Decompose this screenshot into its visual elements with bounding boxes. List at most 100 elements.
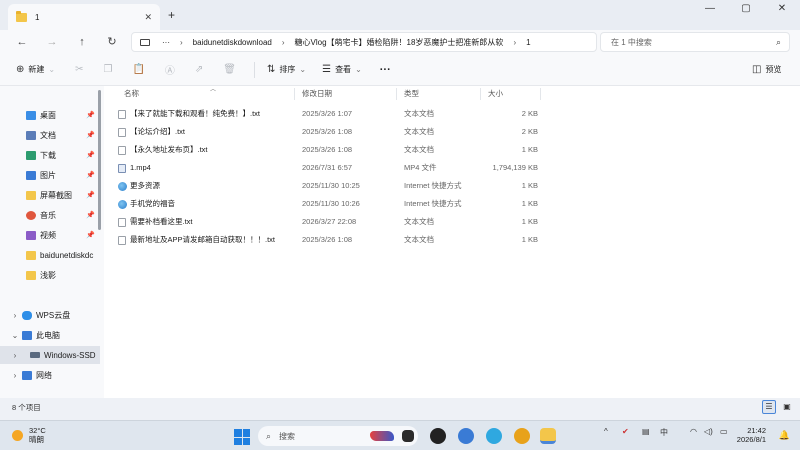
sort-ascending-icon: ︿: [210, 87, 217, 93]
chevron-right-icon[interactable]: ›: [8, 371, 22, 380]
close-button[interactable]: ✕: [764, 0, 800, 18]
sidebar-item-label: baidunetdiskdc: [40, 250, 94, 260]
view-button[interactable]: ☰ 查看 ⌄: [322, 64, 362, 75]
wifi-icon[interactable]: ◠: [690, 427, 697, 436]
app-icon[interactable]: [514, 428, 530, 444]
clock[interactable]: 21:42 2026/8/1: [737, 426, 766, 444]
tiles-view-button[interactable]: ▣: [780, 400, 794, 414]
file-row[interactable]: 1.mp4 2026/7/31 6:57 MP4 文件 1,794,139 KB: [114, 159, 540, 177]
weather-widget[interactable]: 32°C 晴朗: [12, 426, 46, 444]
sidebar-item-baidunetdisk[interactable]: baidunetdiskdc: [0, 246, 100, 264]
sidebar-item-downloads[interactable]: 下载 📌: [0, 146, 100, 164]
more-options-button[interactable]: ···: [380, 64, 391, 76]
file-row[interactable]: 【来了就能下载和观看！纯免费！】.txt 2025/3/26 1:07 文本文档…: [114, 105, 540, 123]
search-placeholder: 在 1 中搜索: [611, 37, 652, 47]
sidebar-item-qianying[interactable]: 浅影: [0, 266, 100, 284]
notification-bell-icon[interactable]: 🔔: [779, 430, 790, 441]
file-size: 1 KB: [521, 235, 538, 244]
column-divider[interactable]: [294, 88, 295, 100]
chevron-down-icon[interactable]: ⌄: [8, 331, 22, 340]
breadcrumb-item[interactable]: 糖心Vlog【萌宅卡】婚检陷阱！18岁恶魔护士把准新郎从软: [295, 37, 504, 48]
computer-icon: [22, 330, 32, 340]
paste-icon[interactable]: 📋: [132, 64, 144, 75]
sidebar-item-windows-ssd[interactable]: › Windows-SSD: [0, 346, 100, 364]
maximize-button[interactable]: ▢: [728, 0, 764, 18]
breadcrumb-item[interactable]: baidunetdiskdownload: [193, 38, 272, 47]
file-size: 1,794,139 KB: [492, 163, 538, 172]
sidebar-item-label: 视频: [40, 230, 56, 240]
address-bar[interactable]: ··· › baidunetdiskdownload › 糖心Vlog【萌宅卡】…: [131, 32, 597, 52]
up-button[interactable]: ↑: [72, 34, 92, 50]
column-divider[interactable]: [396, 88, 397, 100]
column-divider[interactable]: [480, 88, 481, 100]
taskbar: 32°C 晴朗 ⌕ 搜索 ^ ✔ ▤ 中 ◠ ◁) ▭ 21:42 2026/8…: [0, 420, 800, 450]
address-more[interactable]: ···: [162, 38, 170, 47]
sidebar-item-network[interactable]: › 网络: [0, 366, 100, 384]
file-row[interactable]: 需要补档看这里.txt 2026/3/27 22:08 文本文档 1 KB: [114, 213, 540, 231]
rename-icon[interactable]: Ⓐ: [165, 62, 175, 77]
tab-close-button[interactable]: ✕: [144, 12, 152, 23]
sidebar-item-music[interactable]: 音乐 📌: [0, 206, 100, 224]
column-header-type[interactable]: 类型: [404, 86, 419, 102]
sidebar-item-label: 网络: [36, 370, 52, 380]
chevron-right-icon[interactable]: ›: [8, 311, 22, 320]
minimize-button[interactable]: —: [692, 0, 728, 18]
task-view-icon[interactable]: [402, 430, 414, 442]
app-tray-icon[interactable]: ▤: [642, 427, 650, 436]
volume-icon[interactable]: ◁): [704, 427, 713, 436]
new-tab-button[interactable]: +: [168, 8, 175, 22]
tab-1[interactable]: 1 ✕: [8, 4, 160, 30]
file-date: 2025/3/26 1:08: [302, 127, 353, 136]
forward-button[interactable]: →: [42, 34, 62, 50]
column-divider[interactable]: [540, 88, 541, 100]
file-row[interactable]: 更多资源 2025/11/30 10:25 Internet 快捷方式 1 KB: [114, 177, 540, 195]
browser-icon[interactable]: [486, 428, 502, 444]
column-header-name[interactable]: 名称: [124, 86, 139, 102]
file-size: 1 KB: [521, 145, 538, 154]
sidebar-item-this-pc[interactable]: ⌄ 此电脑: [0, 326, 100, 344]
cut-icon[interactable]: ✂: [75, 64, 83, 75]
app-icon[interactable]: [458, 428, 474, 444]
file-type: 文本文档: [404, 145, 434, 154]
delete-icon[interactable]: 🗑: [223, 64, 236, 75]
view-icon: ☰: [322, 64, 332, 75]
file-row[interactable]: 最新地址及APP请发邮箱自动获取！！！.txt 2025/3/26 1:08 文…: [114, 231, 540, 249]
preview-button[interactable]: ◫ 预览: [752, 64, 781, 75]
qq-icon[interactable]: [430, 428, 446, 444]
share-icon[interactable]: ⇗: [195, 64, 203, 75]
preview-pane-icon: ◫: [752, 64, 762, 75]
file-explorer-icon[interactable]: [540, 428, 556, 444]
sidebar-item-videos[interactable]: 视频 📌: [0, 226, 100, 244]
pin-icon: 📌: [86, 172, 95, 179]
details-view-button[interactable]: ☰: [762, 400, 776, 414]
sidebar-item-pictures[interactable]: 图片 📌: [0, 166, 100, 184]
file-row[interactable]: 【永久地址发布页】.txt 2025/3/26 1:08 文本文档 1 KB: [114, 141, 540, 159]
sidebar-item-wps-cloud[interactable]: › WPS云盘: [0, 306, 100, 324]
column-header-size[interactable]: 大小: [488, 86, 503, 102]
sort-button[interactable]: ⇅ 排序 ⌄: [267, 64, 306, 75]
copy-icon[interactable]: ❐: [103, 64, 112, 75]
file-date: 2025/3/26 1:08: [302, 145, 353, 154]
video-file-icon: [118, 164, 126, 173]
sidebar-item-documents[interactable]: 文档 📌: [0, 126, 100, 144]
input-method-icon[interactable]: 中: [660, 427, 668, 438]
taskbar-search[interactable]: ⌕ 搜索: [258, 426, 418, 446]
back-button[interactable]: ←: [12, 34, 32, 50]
breadcrumb-item[interactable]: 1: [526, 38, 530, 47]
sidebar-item-screenshots[interactable]: 屏幕截图 📌: [0, 186, 100, 204]
refresh-button[interactable]: ↻: [102, 34, 122, 50]
search-input[interactable]: 在 1 中搜索 ⌕: [600, 32, 790, 52]
chevron-right-icon[interactable]: ›: [8, 351, 22, 360]
file-row[interactable]: 【论坛介绍】.txt 2025/3/26 1:08 文本文档 2 KB: [114, 123, 540, 141]
sidebar-item-desktop[interactable]: 桌面 📌: [0, 106, 100, 124]
new-button[interactable]: ⊕ 新建 ⌄: [16, 64, 55, 75]
file-type: 文本文档: [404, 127, 434, 136]
file-row[interactable]: 手机党的福音 2025/11/30 10:26 Internet 快捷方式 1 …: [114, 195, 540, 213]
file-type: Internet 快捷方式: [404, 199, 462, 208]
battery-icon[interactable]: ▭: [720, 427, 728, 436]
security-icon[interactable]: ✔: [622, 427, 629, 436]
column-header-date[interactable]: 修改日期: [302, 86, 332, 102]
chevron-up-icon[interactable]: ^: [604, 427, 608, 436]
start-button[interactable]: [234, 429, 250, 445]
text-file-icon: [118, 128, 126, 137]
